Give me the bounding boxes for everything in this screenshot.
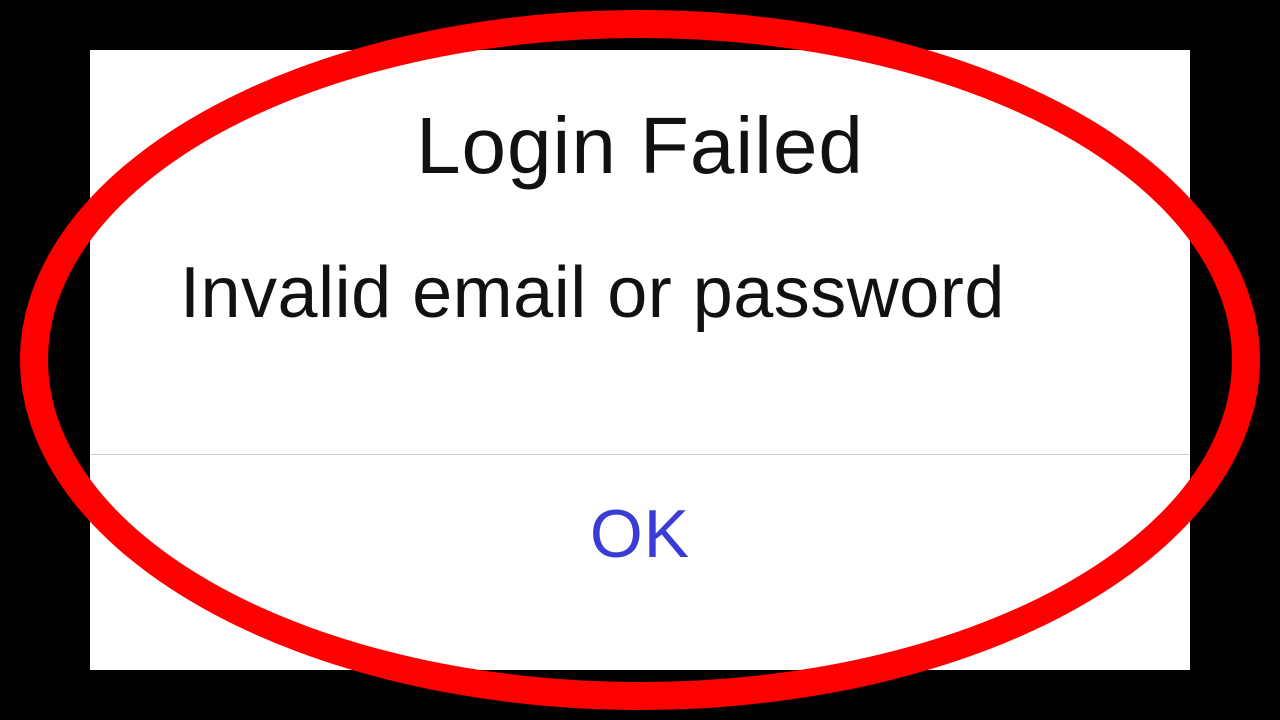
dialog-wrapper: Login Failed Invalid email or password O… (90, 50, 1190, 670)
ok-button[interactable]: OK (590, 495, 690, 573)
dialog-title: Login Failed (90, 100, 1190, 192)
login-failed-dialog: Login Failed Invalid email or password O… (90, 50, 1190, 670)
dialog-button-row: OK (90, 455, 1190, 573)
dialog-message: Invalid email or password (90, 252, 1190, 334)
